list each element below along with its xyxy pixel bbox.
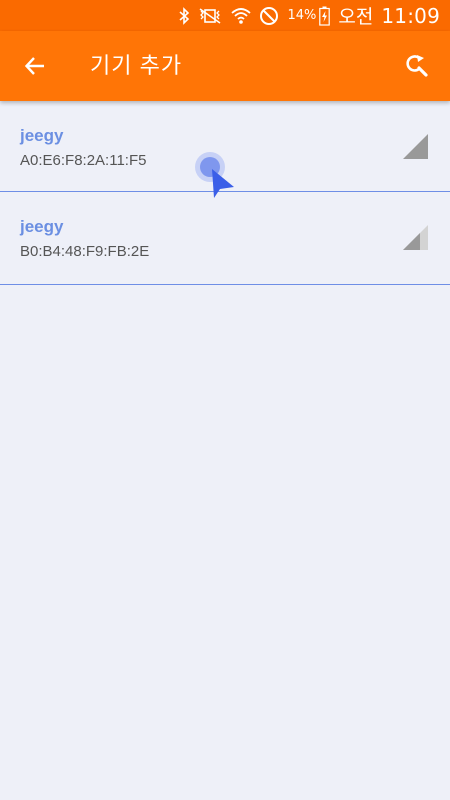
device-address: B0:B4:48:F9:FB:2E	[20, 243, 150, 260]
ampm-label: 오전	[338, 6, 374, 28]
device-list-item[interactable]: jeegy B0:B4:48:F9:FB:2E	[0, 192, 450, 285]
do-not-disturb-icon	[259, 0, 279, 31]
device-address: A0:E6:F8:2A:11:F5	[20, 152, 147, 169]
device-list-item[interactable]: jeegy A0:E6:F8:2A:11:F5	[0, 101, 450, 192]
app-bar: 기기 추가	[0, 31, 450, 101]
bluetooth-icon	[178, 0, 190, 31]
wifi-icon	[230, 0, 252, 31]
battery-percent: 14%	[287, 8, 317, 23]
page-title: 기기 추가	[90, 53, 183, 78]
signal-strength-icon	[403, 134, 428, 159]
device-name: jeegy	[20, 217, 64, 236]
search-refresh-icon	[406, 55, 428, 77]
clock: 11:09	[381, 3, 440, 28]
device-list: jeegy A0:E6:F8:2A:11:F5 jeegy B0:B4:48:F…	[0, 101, 450, 285]
vibrate-mute-icon	[197, 0, 223, 31]
arrow-left-icon	[24, 57, 44, 75]
status-bar: 14% 오전 11:09	[0, 0, 450, 31]
device-name: jeegy	[20, 126, 64, 145]
back-button[interactable]	[14, 45, 56, 87]
signal-strength-icon	[403, 225, 428, 250]
battery-charging-icon	[319, 0, 331, 31]
search-button[interactable]	[396, 45, 438, 87]
